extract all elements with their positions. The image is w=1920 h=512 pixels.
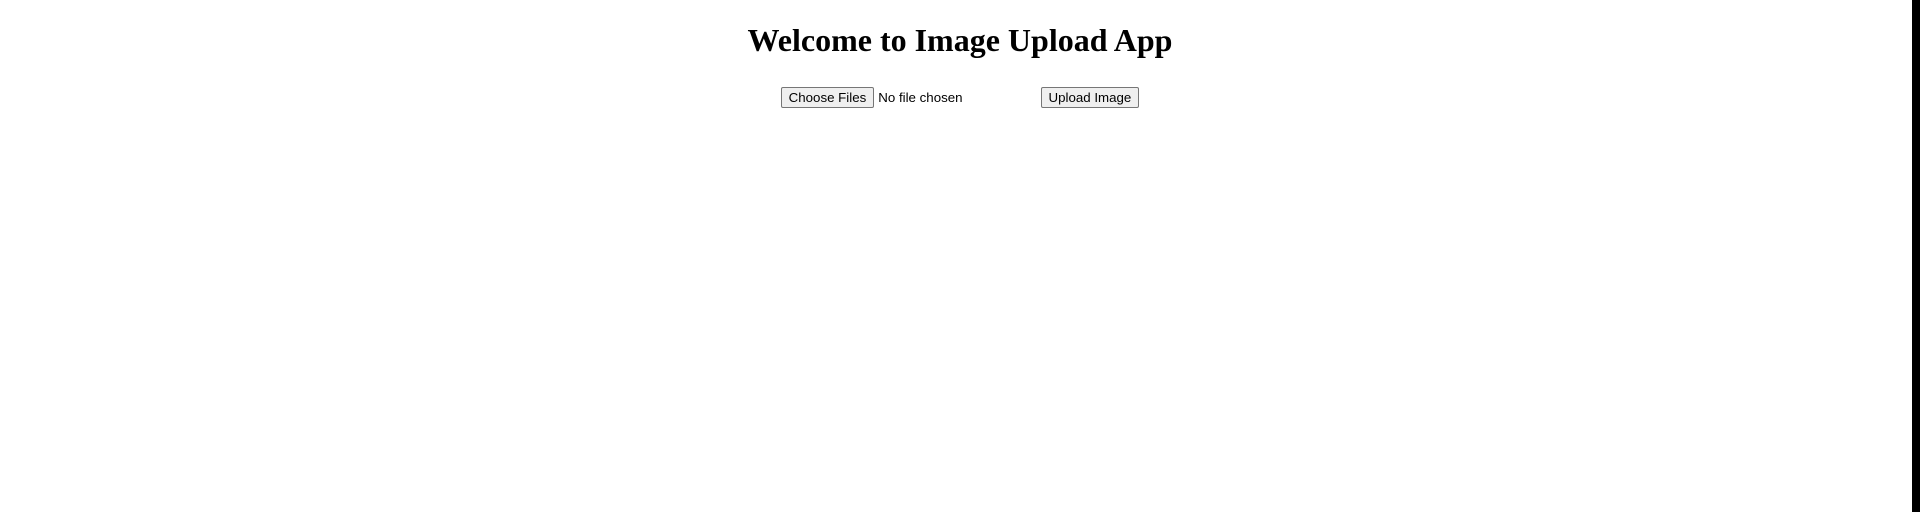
file-input-group: Choose Files No file chosen [781,87,963,108]
file-status-text: No file chosen [878,90,962,105]
upload-image-button[interactable]: Upload Image [1041,87,1140,108]
vertical-scrollbar[interactable] [1912,0,1920,512]
page-title: Welcome to Image Upload App [182,22,1738,59]
main-content: Welcome to Image Upload App Choose Files… [182,0,1738,108]
choose-files-button[interactable]: Choose Files [781,87,875,108]
upload-form: Choose Files No file chosen Upload Image [182,87,1738,108]
